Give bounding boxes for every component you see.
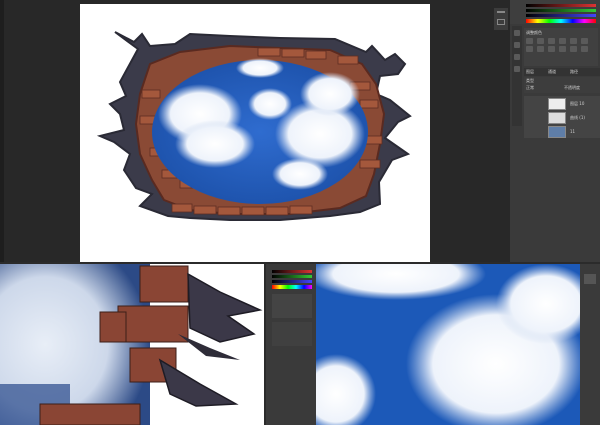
mini-green-slider[interactable]: [272, 275, 312, 278]
layers-list: 图层 10 曲线 (1) 11: [524, 96, 600, 143]
bottom-right-strip: [580, 264, 600, 425]
mini-blue-slider[interactable]: [272, 280, 312, 283]
adjustment-icons: [526, 38, 590, 52]
layer-row[interactable]: 图层 10: [524, 96, 600, 115]
curves-icon[interactable]: [548, 38, 555, 44]
minimize-icon[interactable]: [497, 11, 505, 13]
main-workspace: [0, 0, 510, 262]
vibrance-icon[interactable]: [570, 38, 577, 44]
tab-channels[interactable]: 通道: [548, 69, 556, 74]
kind-label[interactable]: 类型: [526, 78, 534, 83]
history-icon[interactable]: [514, 30, 520, 36]
main-canvas[interactable]: [80, 4, 508, 262]
layers-empty-area: [524, 138, 600, 262]
layer-thumbnail: [548, 126, 566, 138]
blend-mode[interactable]: 正常: [526, 85, 534, 90]
layer-name: 图层 10: [570, 101, 585, 106]
invert-icon[interactable]: [581, 46, 588, 52]
blue-slider[interactable]: [526, 14, 596, 17]
expand-icon[interactable]: [497, 19, 505, 25]
bottom-mini-panel: [266, 264, 316, 425]
opacity-label[interactable]: 不透明度: [564, 85, 580, 90]
zoomed-sky: [316, 264, 580, 425]
exposure-icon[interactable]: [559, 38, 566, 44]
adjustments-label: 调整颜色: [526, 30, 542, 35]
color-spectrum[interactable]: [526, 19, 596, 23]
mini-red-slider[interactable]: [272, 270, 312, 273]
color-panel: [510, 0, 600, 24]
visibility-eye-icon[interactable]: [531, 128, 539, 143]
brush-icon[interactable]: [514, 66, 520, 72]
channel-mixer-icon[interactable]: [559, 46, 566, 52]
panel-icon-column: [512, 26, 522, 126]
hue-icon[interactable]: [581, 38, 588, 44]
canvas-toolstrip[interactable]: [494, 8, 508, 30]
lookup-icon[interactable]: [570, 46, 577, 52]
bw-icon[interactable]: [537, 46, 544, 52]
strip-icon[interactable]: [584, 274, 596, 284]
tab-paths[interactable]: 路径: [570, 69, 578, 74]
levels-icon[interactable]: [537, 38, 544, 44]
brightness-icon[interactable]: [526, 38, 533, 44]
broken-wall-artwork: [96, 31, 412, 221]
visibility-eye-icon[interactable]: [531, 100, 539, 115]
photo-filter-icon[interactable]: [548, 46, 555, 52]
color-balance-icon[interactable]: [526, 46, 533, 52]
bottom-left-zoom: [0, 264, 264, 425]
actions-icon[interactable]: [514, 42, 520, 48]
zoomed-brick-edge: [0, 264, 263, 425]
layer-row[interactable]: 11: [524, 124, 600, 143]
mini-spectrum[interactable]: [272, 285, 312, 289]
red-slider[interactable]: [526, 4, 596, 7]
right-panel-stack: 调整颜色 图层 通道 路径 类型 正常 不透明度 图层 10 曲线 (1) 11: [510, 0, 600, 262]
layer-name: 曲线 (1): [570, 115, 585, 120]
layer-name: 11: [570, 129, 576, 134]
layer-options: 类型 正常 不透明度: [524, 77, 600, 93]
layers-tabs: 图层 通道 路径: [524, 68, 600, 76]
layer-thumbnail: [548, 98, 566, 110]
adjustments-panel: 调整颜色: [524, 28, 598, 66]
swatches-icon[interactable]: [514, 54, 520, 60]
layer-mask-thumbnail: [548, 112, 566, 124]
visibility-eye-icon[interactable]: [531, 114, 539, 129]
mini-layers: [272, 322, 312, 346]
left-edge: [0, 0, 4, 262]
bottom-right-sky: [316, 264, 580, 425]
layer-row[interactable]: 曲线 (1): [524, 110, 600, 129]
green-slider[interactable]: [526, 9, 596, 12]
mini-adjustments: [272, 294, 312, 318]
tab-layers[interactable]: 图层: [526, 69, 534, 74]
